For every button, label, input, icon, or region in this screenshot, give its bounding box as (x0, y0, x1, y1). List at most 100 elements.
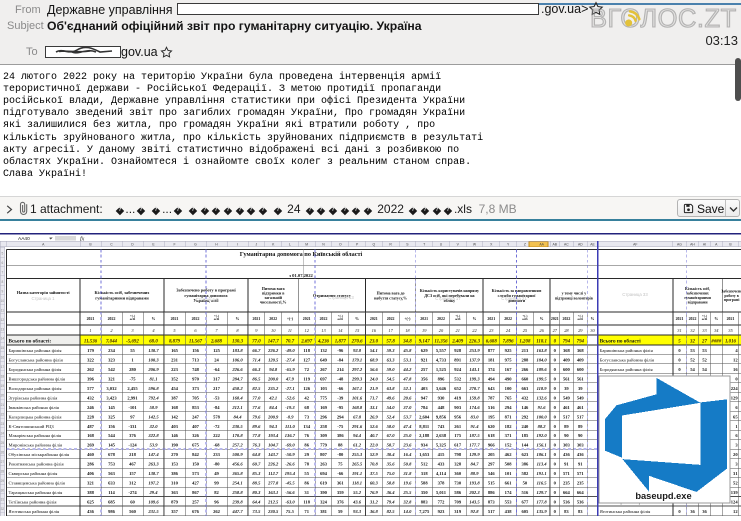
svg-text:323: 323 (108, 357, 116, 362)
svg-text:2022: 2022 (269, 317, 277, 321)
svg-text:36: 36 (702, 509, 707, 514)
svg-text:807: 807 (320, 452, 328, 457)
svg-text:891: 891 (454, 357, 462, 362)
svg-text:-84: -84 (213, 405, 220, 410)
svg-text:966: 966 (488, 443, 496, 448)
svg-text:517: 517 (488, 509, 496, 514)
svg-text:79.4: 79.4 (387, 500, 396, 505)
svg-text:536: 536 (577, 500, 585, 505)
svg-text:Страница 13: Страница 13 (328, 295, 354, 300)
svg-text:386: 386 (171, 471, 179, 476)
svg-text:664: 664 (577, 490, 585, 495)
svg-text:620: 620 (488, 424, 496, 429)
svg-text:AI: AI (703, 243, 706, 247)
svg-text:49: 49 (214, 471, 219, 476)
svg-text:11: 11 (1, 308, 5, 312)
svg-text:147.4: 147.4 (148, 452, 159, 457)
svg-text:436: 436 (577, 452, 585, 457)
svg-text:AC: AC (564, 243, 569, 247)
svg-text:AF: AF (633, 243, 637, 247)
svg-text:86.5: 86.5 (252, 376, 261, 381)
svg-text:100.0: 100.0 (536, 414, 547, 419)
svg-text:2021: 2021 (676, 317, 684, 321)
svg-text:544: 544 (108, 433, 116, 438)
svg-text:+(-): +(-) (287, 317, 294, 321)
svg-text:231: 231 (171, 357, 179, 362)
svg-text:77.8: 77.8 (252, 433, 261, 438)
svg-text:20: 20 (1, 394, 5, 398)
svg-text:55: 55 (130, 348, 135, 353)
svg-text:371: 371 (505, 433, 513, 438)
svg-text:2,409: 2,409 (451, 339, 464, 344)
svg-text:257: 257 (192, 500, 200, 505)
svg-text:390: 390 (320, 490, 328, 495)
svg-text:195: 195 (488, 414, 496, 419)
svg-text:144: 144 (521, 443, 529, 448)
svg-text:18: 18 (1, 375, 5, 379)
svg-text:263.3: 263.3 (147, 462, 159, 467)
svg-text:986: 986 (108, 509, 116, 514)
svg-text:213: 213 (521, 348, 529, 353)
svg-text:7,275: 7,275 (419, 509, 430, 514)
svg-text:-72: -72 (213, 424, 220, 429)
svg-text:2022: 2022 (563, 317, 571, 321)
svg-text:294: 294 (505, 405, 513, 410)
svg-text:112.7: 112.7 (268, 471, 279, 476)
svg-text:730: 730 (454, 481, 462, 486)
svg-text:28: 28 (1, 469, 5, 473)
svg-text:143.7: 143.7 (268, 452, 279, 457)
svg-text:4,236: 4,236 (317, 339, 330, 344)
svg-text:387: 387 (171, 395, 179, 400)
svg-text:з 01.07.2022: з 01.07.2022 (289, 273, 313, 278)
svg-text:+(-)осіб: +(-)осіб (214, 314, 220, 321)
svg-text:86: 86 (304, 443, 309, 448)
svg-text:374: 374 (488, 367, 496, 372)
svg-text:76.3: 76.3 (252, 443, 261, 448)
svg-text:234: 234 (108, 348, 116, 353)
svg-text:596.8: 596.8 (148, 386, 159, 391)
svg-text:262: 262 (213, 509, 221, 514)
svg-text:45.8: 45.8 (402, 348, 412, 353)
svg-text:235.2: 235.2 (267, 386, 279, 391)
svg-text:2,638: 2,638 (436, 433, 447, 438)
svg-text:2021: 2021 (87, 317, 95, 321)
svg-text:12: 12 (1, 318, 5, 322)
svg-text:291.6: 291.6 (351, 424, 363, 429)
svg-text:50.8: 50.8 (403, 462, 412, 467)
svg-text:5,557: 5,557 (436, 348, 447, 353)
svg-text:22: 22 (1, 413, 5, 417)
svg-text:60: 60 (130, 500, 135, 505)
svg-text:254.1: 254.1 (231, 481, 242, 486)
svg-text:433: 433 (438, 462, 446, 467)
svg-text:605: 605 (521, 509, 529, 514)
svg-text:-63.0: -63.0 (285, 500, 295, 505)
svg-text:29.4: 29.4 (149, 490, 159, 495)
svg-text:618: 618 (488, 433, 496, 438)
svg-text:2021: 2021 (303, 317, 311, 321)
svg-text:438: 438 (505, 509, 513, 514)
svg-text:779: 779 (320, 443, 328, 448)
svg-text:427: 427 (192, 481, 200, 486)
svg-text:2,991: 2,991 (127, 395, 138, 400)
svg-text:240: 240 (521, 424, 529, 429)
svg-text:265.5: 265.5 (351, 462, 363, 467)
svg-text:+(-)осіб: +(-)осіб (338, 314, 344, 321)
svg-text:120.5: 120.5 (268, 357, 279, 362)
svg-text:549: 549 (577, 395, 585, 400)
svg-text:Вишгородська районна філія: Вишгородська районна філія (9, 376, 66, 381)
svg-text:19.6: 19.6 (403, 481, 412, 486)
svg-text:753: 753 (108, 462, 116, 467)
svg-text:2022: 2022 (387, 317, 395, 321)
svg-text:879: 879 (171, 500, 179, 505)
svg-text:685: 685 (108, 500, 116, 505)
svg-text:214: 214 (337, 367, 345, 372)
svg-text:23: 23 (1, 422, 5, 426)
svg-text:368: 368 (577, 348, 585, 353)
svg-text:O: O (339, 243, 342, 247)
svg-text:233: 233 (213, 452, 221, 457)
svg-text:350: 350 (421, 490, 429, 495)
svg-text:226.2: 226.2 (267, 348, 279, 353)
svg-text:52.9: 52.9 (370, 452, 379, 457)
svg-text:76: 76 (304, 433, 309, 438)
svg-text:956: 956 (454, 414, 462, 419)
